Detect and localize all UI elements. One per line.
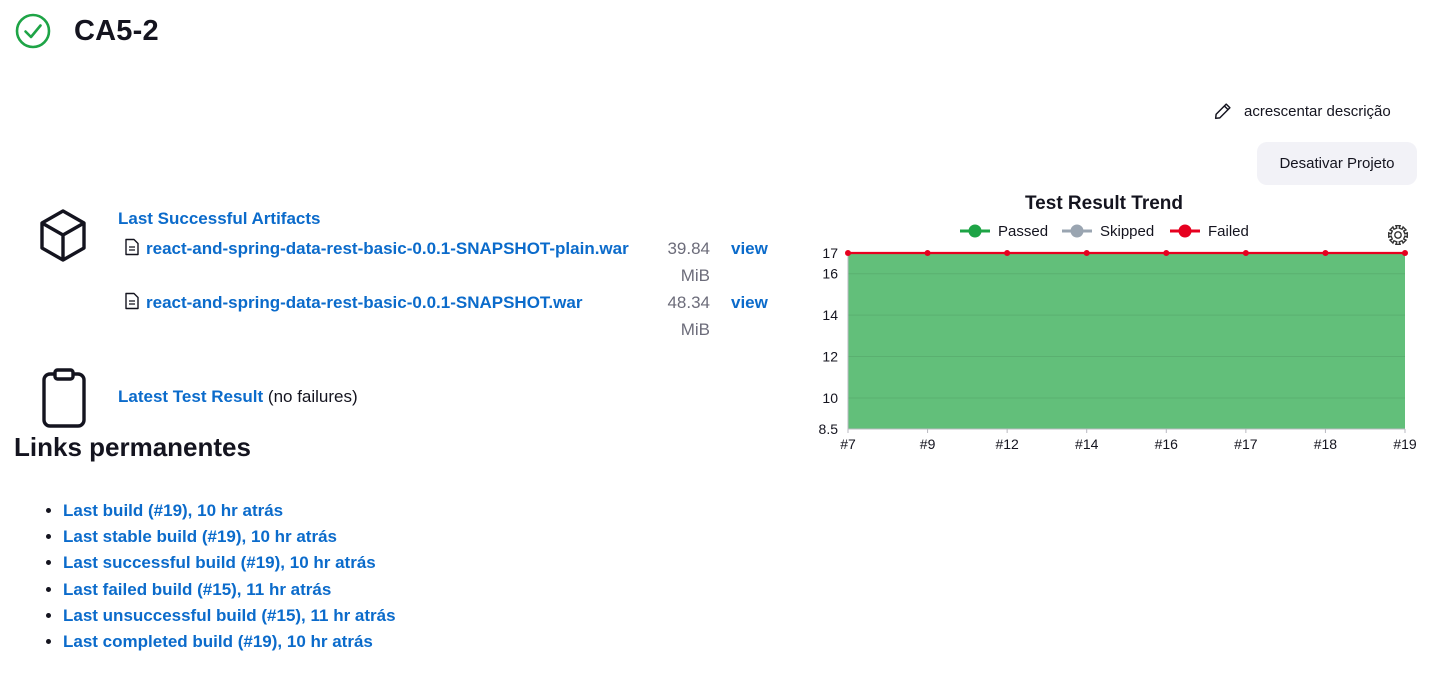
settings-gear-icon[interactable] [1388,225,1408,245]
failed-point [1322,250,1329,256]
permalink-last-failed-build[interactable]: Last failed build (#15), 11 hr atrás [63,580,331,599]
y-tick-label: 14 [822,307,838,323]
failed-point [1004,250,1011,256]
latest-test-result-link[interactable]: Latest Test Result [118,387,263,406]
legend-marker [968,224,982,238]
check-circle-icon [15,13,51,49]
failed-point [1402,250,1408,256]
test-result-status: (no failures) [267,387,358,406]
disable-project-button[interactable]: Desativar Projeto [1257,142,1417,185]
failed-point [845,250,851,256]
artifact-size: 48.34 MiB [667,293,710,339]
failed-point [1083,250,1090,256]
passed-area [848,253,1405,429]
y-tick-label: 8.5 [819,421,839,437]
artifact-row: react-and-spring-data-rest-basic-0.0.1-S… [124,289,666,316]
list-item: Last build (#19), 10 hr atrás [63,498,396,524]
clipboard-icon [42,368,86,428]
x-tick-label: #7 [840,436,856,452]
pencil-icon [1214,103,1231,120]
x-tick-label: #18 [1314,436,1338,452]
artifact-view-link[interactable]: view [731,289,768,316]
failed-point [1163,250,1170,256]
permalinks-heading: Links permanentes [14,432,251,462]
artifacts-title-link[interactable]: Last Successful Artifacts [118,209,321,229]
legend-label: Passed [998,223,1048,240]
package-icon [40,209,86,262]
y-tick-label: 16 [822,266,838,282]
artifact-link[interactable]: react-and-spring-data-rest-basic-0.0.1-S… [146,235,666,262]
x-tick-label: #17 [1234,436,1258,452]
artifact-link[interactable]: react-and-spring-data-rest-basic-0.0.1-S… [146,289,666,316]
list-item: Last unsuccessful build (#15), 11 hr atr… [63,603,396,629]
page-header: CA5-2 [14,12,159,50]
list-item: Last stable build (#19), 10 hr atrás [63,524,396,550]
permalinks-list: Last build (#19), 10 hr atrás Last stabl… [22,498,396,655]
y-tick-label: 10 [822,390,838,406]
legend-marker [1178,224,1192,238]
y-tick-label: 12 [822,349,838,365]
file-icon [125,292,139,310]
x-tick-label: #9 [920,436,936,452]
y-tick-label: 17 [822,245,838,261]
legend-label: Failed [1208,223,1249,240]
file-icon [125,238,139,256]
failed-point [924,250,931,256]
page-title: CA5-2 [74,14,159,47]
artifact-view-link[interactable]: view [731,235,768,262]
legend-label: Skipped [1100,223,1154,240]
latest-test-result: Latest Test Result (no failures) [118,387,358,407]
artifact-row: react-and-spring-data-rest-basic-0.0.1-S… [124,235,666,262]
list-item: Last successful build (#19), 10 hr atrás [63,550,396,576]
list-item: Last failed build (#15), 11 hr atrás [63,577,396,603]
permalink-last-unsuccessful-build[interactable]: Last unsuccessful build (#15), 11 hr atr… [63,606,396,625]
permalink-last-successful-build[interactable]: Last successful build (#19), 10 hr atrás [63,553,376,572]
add-description-link[interactable]: acrescentar descrição [1212,100,1391,122]
test-result-trend-chart: Test Result Trend Passed Skipped Failed 8.5 1… [819,193,1417,452]
x-tick-label: #19 [1393,436,1417,452]
add-description-label: acrescentar descrição [1244,102,1391,120]
chart-title: Test Result Trend [1025,193,1183,214]
permalink-last-build[interactable]: Last build (#19), 10 hr atrás [63,501,283,520]
artifact-size: 39.84 MiB [667,239,710,285]
failed-point [1242,250,1249,256]
x-tick-label: #12 [995,436,1019,452]
x-tick-label: #14 [1075,436,1099,452]
x-tick-label: #16 [1155,436,1179,452]
legend-marker [1070,224,1084,238]
permalink-last-stable-build[interactable]: Last stable build (#19), 10 hr atrás [63,527,337,546]
list-item: Last completed build (#19), 10 hr atrás [63,629,396,655]
permalink-last-completed-build[interactable]: Last completed build (#19), 10 hr atrás [63,632,373,651]
